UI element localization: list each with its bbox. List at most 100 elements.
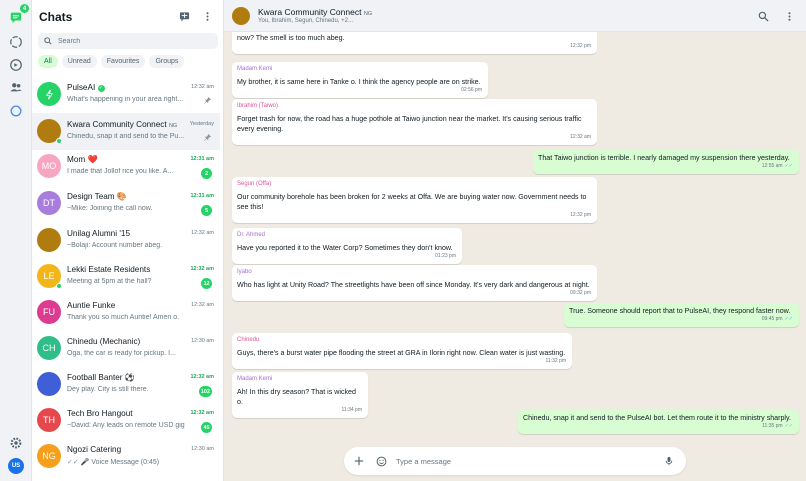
double-check-icon: ✓✓ [784,423,793,429]
message-bubble[interactable]: Iyabo Who has light at Unity Road? The s… [232,265,597,301]
chat-item-ngozi-catering[interactable]: NG Ngozi Catering 12:30 am ✓✓ 🎤 Voice Me… [32,438,220,475]
avatar: CH [37,336,61,360]
message-input[interactable] [396,454,646,468]
message-bubble[interactable]: Segun (Offa) Our community borehole has … [232,177,597,223]
conversation-menu-button[interactable] [783,10,795,22]
message-time: 09:32 pm [570,290,591,296]
message-time: 12:32 am [570,134,591,140]
search-messages-button[interactable] [757,10,769,22]
chat-preview: Dey play. City is still there. [67,386,149,393]
message-bubble-outgoing[interactable]: Chinedu, snap it and send to the PulseAI… [518,410,799,434]
emoji-button[interactable] [374,454,388,468]
filter-groups[interactable]: Groups [149,55,185,68]
message-time: 12:32 pm [570,43,591,49]
chat-item-unilag-alumni[interactable]: Unilag Alumni '15 12:32 am ~Bolaji: Acco… [32,222,220,259]
message-bubble-outgoing[interactable]: That Taiwo junction is terrible. I nearl… [533,150,799,174]
gear-icon [10,437,22,449]
attach-button[interactable] [352,454,366,468]
online-indicator [56,283,62,289]
chat-name: Unilag Alumni '15 [67,229,131,238]
chat-item-tech-bro-hangout[interactable]: TH Tech Bro Hangout 12:32 am ~David: Any… [32,402,220,439]
filter-all[interactable]: All [38,55,58,68]
chat-item-auntie-funke[interactable]: FU Auntie Funke 12:32 am Thank you so mu… [32,294,220,331]
meta-ai-nav-button[interactable] [7,102,25,120]
chat-preview: ~Bolaji: Account number abeg. [67,242,163,249]
chat-item-mom[interactable]: MO Mom ❤️ 12:31 am I made that Jollof ri… [32,148,220,185]
chat-preview: ~Mike: Joining the call now. [67,205,153,212]
chat-preview: I made that Jollof rice you like. A... [67,168,174,175]
group-avatar[interactable] [232,7,250,25]
double-check-icon: ✓✓ [67,459,79,466]
settings-nav-button[interactable] [7,434,25,452]
channels-nav-button[interactable] [7,56,25,74]
message-bubble[interactable]: Chinedu Guys, there's a burst water pipe… [232,333,572,369]
message-bubble[interactable]: Ibrahim (Taiwo) Forget trash for now, th… [232,99,597,145]
avatar: LE [37,264,62,289]
message-bubble[interactable]: Dr. Ahmed Have you reported it to the Wa… [232,228,462,264]
unread-badge: 2 [201,168,212,179]
chat-item-chinedu-mechanic[interactable]: CH Chinedu (Mechanic) 12:30 am Oga, the … [32,330,220,367]
message-text: Chinedu, snap it and send to the PulseAI… [523,414,792,422]
search-icon [44,37,52,45]
unread-badge: 102 [198,386,212,397]
nav-rail: 4 US [0,0,32,481]
chat-preview: What's happening in your area right... [67,96,184,103]
unread-badge: 5 [201,205,212,216]
avatar: NG [37,444,61,468]
chat-item-pulseai[interactable]: PulseAI ✓ 12:32 am What's happening in y… [32,76,220,113]
voice-message-button[interactable] [662,454,676,468]
message-time: 11:34 pm [341,407,362,413]
message-time: 11:35 pm ✓✓ [762,423,793,429]
search-icon [758,11,769,22]
filter-unread[interactable]: Unread [61,55,97,68]
unread-badge: 45 [201,422,212,433]
chat-item-football-banter[interactable]: Football Banter ⚽ 12:32 am Dey play. Cit… [32,366,220,403]
avatar [37,119,62,144]
message-sender: Ibrahim (Taiwo) [237,103,279,109]
filter-favourites[interactable]: Favourites [100,55,146,68]
avatar: DT [37,191,61,215]
search-bar[interactable] [38,33,218,49]
status-nav-button[interactable] [7,33,25,51]
online-indicator [56,138,62,144]
chat-item-design-team[interactable]: DT Design Team 🎨 12:31 am ~Mike: Joining… [32,185,220,222]
message-text: True. Someone should report that to Puls… [569,307,791,315]
chat-preview: Meeting at 5pm at the hall? [67,278,152,285]
conversation-header[interactable]: Kwara Community Connect NG You, Ibrahim,… [224,0,806,32]
chat-time: 12:30 am [191,446,214,452]
pin-icon [204,134,211,141]
message-text: Ah! In this dry season? That is wicked o… [237,388,356,406]
chat-time: 12:32 am [190,266,214,272]
profile-avatar[interactable]: US [8,458,24,474]
communities-nav-button[interactable] [7,78,25,96]
message-sender: Chinedu [237,337,260,343]
message-time: 12:55 am ✓✓ [761,163,793,169]
avatar [37,228,61,252]
chat-item-lekki-estate[interactable]: LE Lekki Estate Residents 12:32 am Meeti… [32,258,220,295]
channels-icon [10,59,22,71]
microphone-icon: 🎤 [80,459,90,466]
chat-preview: ✓✓ 🎤 Voice Message (0:45) [67,459,160,466]
chat-name: Design Team 🎨 [67,192,128,201]
message-sender: Iyabo [237,269,252,275]
conversation-panel: Kwara Community Connect NG You, Ibrahim,… [224,0,806,481]
chat-name: PulseAI ✓ [67,83,105,92]
chat-time: 12:32 am [190,410,214,416]
chat-time: 12:32 am [190,374,214,380]
search-input[interactable] [58,37,208,45]
chat-item-kwara-community[interactable]: Kwara Community Connect NG Yesterday Chi… [32,113,220,150]
message-text: My brother, it is same here in Tanke o. … [237,78,481,86]
message-bubble[interactable]: Madam Kemi My brother, it is same here i… [232,62,488,98]
chats-nav-button[interactable]: 4 [7,4,29,26]
chat-name: Tech Bro Hangout [67,409,133,418]
new-chat-button[interactable] [178,10,190,22]
message-bubble-outgoing[interactable]: True. Someone should report that to Puls… [564,303,799,327]
more-vertical-icon [205,11,209,21]
message-bubble[interactable]: Madam Kemi Ah! In this dry season? That … [232,372,368,418]
avatar: FU [37,300,61,324]
message-time: 01:23 pm [435,253,456,259]
list-menu-button[interactable] [201,10,213,22]
plus-icon [354,456,364,466]
chat-name: Kwara Community Connect NG [67,120,178,129]
avatar: MO [37,154,61,178]
